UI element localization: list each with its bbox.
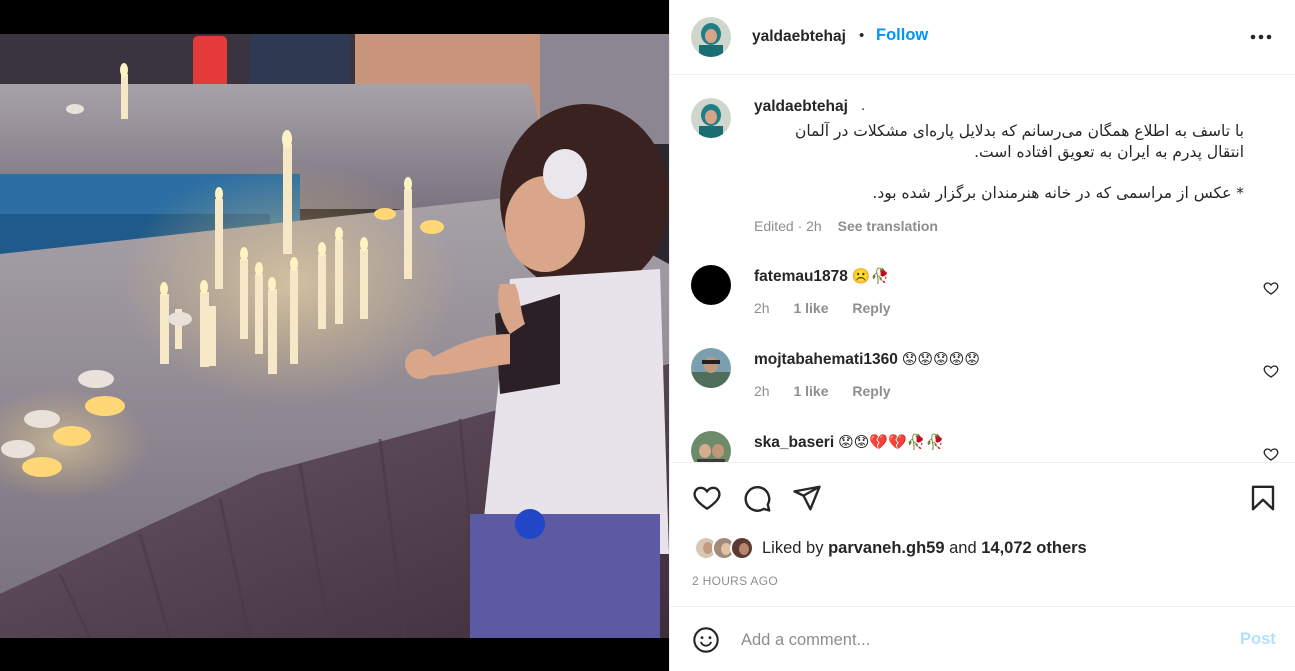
post-photo[interactable]: [0, 34, 669, 638]
candles-photo-illustration: [0, 34, 669, 638]
caption-username-dot: .: [861, 97, 866, 114]
emoji-smile-icon[interactable]: [692, 626, 720, 654]
caption-line-2: * عکس از مراسمی که در خانه هنرمندان برگز…: [872, 184, 1244, 202]
likes-summary: Liked by parvaneh.gh59 and 14,072 others: [694, 535, 1087, 561]
comment-username[interactable]: ska_baseri: [754, 434, 834, 451]
more-options-icon[interactable]: [1248, 26, 1274, 48]
comment-meta: 2h 1 like Reply: [754, 300, 911, 316]
comments-list[interactable]: yaldaebtehaj . با تاسف به اطلاع همگان می…: [670, 76, 1295, 462]
likes-text: Liked by parvaneh.gh59 and 14,072 others: [762, 539, 1087, 558]
liker-avatar[interactable]: [730, 536, 754, 560]
share-send-icon[interactable]: [792, 483, 822, 513]
add-comment-bar: Post: [670, 606, 1295, 671]
comment-text: ☹️🥀: [851, 267, 890, 285]
likes-prefix: Liked by: [762, 538, 824, 557]
post-timestamp[interactable]: 2 HOURS AGO: [692, 574, 778, 588]
post-comment-button[interactable]: Post: [1240, 630, 1276, 649]
caption-meta: Edited · 2h See translation: [754, 218, 938, 234]
liker-username[interactable]: parvaneh.gh59: [828, 539, 944, 557]
comment-like-count[interactable]: 1 like: [793, 300, 828, 316]
comment-item: mojtabahemati1360 😟😟😟😟😟 2h 1 like Reply: [670, 348, 1295, 428]
author-username[interactable]: yaldaebtehaj: [752, 28, 846, 46]
commenter-avatar[interactable]: [691, 265, 731, 305]
comment-text-line: ska_baseri 😟😟💔💔🥀🥀: [754, 433, 944, 452]
reply-button[interactable]: Reply: [852, 383, 890, 399]
caption-author-avatar[interactable]: [691, 98, 731, 138]
author-avatar[interactable]: [691, 17, 731, 57]
post-actions: Liked by parvaneh.gh59 and 14,072 others…: [670, 462, 1295, 606]
comment-meta: 2h 1 like Reply: [754, 383, 911, 399]
commenter-avatar[interactable]: [691, 348, 731, 388]
post-media-pane: [0, 0, 669, 671]
caption-line-1: با تاسف به اطلاع همگان می‌رسانم که بدلای…: [794, 122, 1244, 161]
comment-username[interactable]: mojtabahemati1360: [754, 351, 898, 368]
comment-username[interactable]: fatemau1878: [754, 268, 848, 285]
comment-text: 😟😟💔💔🥀🥀: [838, 433, 945, 451]
comment-item: fatemau1878 ☹️🥀 2h 1 like Reply: [670, 265, 1295, 345]
caption-edited-time: Edited · 2h: [754, 218, 822, 234]
like-heart-icon[interactable]: [692, 483, 722, 513]
likes-others-count[interactable]: 14,072 others: [981, 539, 1086, 557]
caption-text: با تاسف به اطلاع همگان می‌رسانم که بدلای…: [754, 121, 1244, 224]
comment-text: 😟😟😟😟😟: [901, 350, 981, 368]
comment-like-heart-icon[interactable]: [1263, 280, 1279, 296]
see-translation-button[interactable]: See translation: [838, 218, 938, 234]
comment-text-line: fatemau1878 ☹️🥀: [754, 267, 889, 286]
post-header: yaldaebtehaj • Follow: [670, 0, 1295, 75]
follow-button[interactable]: Follow: [876, 26, 928, 45]
header-separator-dot: •: [859, 27, 865, 44]
comment-item: ska_baseri 😟😟💔💔🥀🥀: [670, 431, 1295, 462]
comment-time: 2h: [754, 383, 770, 399]
commenter-avatar[interactable]: [691, 431, 731, 462]
comment-bubble-icon[interactable]: [742, 483, 772, 513]
comment-like-heart-icon[interactable]: [1263, 446, 1279, 462]
comment-text-line: mojtabahemati1360 😟😟😟😟😟: [754, 350, 980, 369]
reply-button[interactable]: Reply: [852, 300, 890, 316]
comment-like-heart-icon[interactable]: [1263, 363, 1279, 379]
comment-time: 2h: [754, 300, 770, 316]
comment-like-count[interactable]: 1 like: [793, 383, 828, 399]
likes-middle: and: [949, 538, 977, 557]
comment-input[interactable]: [741, 627, 1201, 653]
post-side-panel: yaldaebtehaj • Follow yaldaebtehaj . با …: [669, 0, 1295, 671]
save-bookmark-icon[interactable]: [1248, 483, 1278, 513]
caption-username[interactable]: yaldaebtehaj: [754, 98, 848, 116]
